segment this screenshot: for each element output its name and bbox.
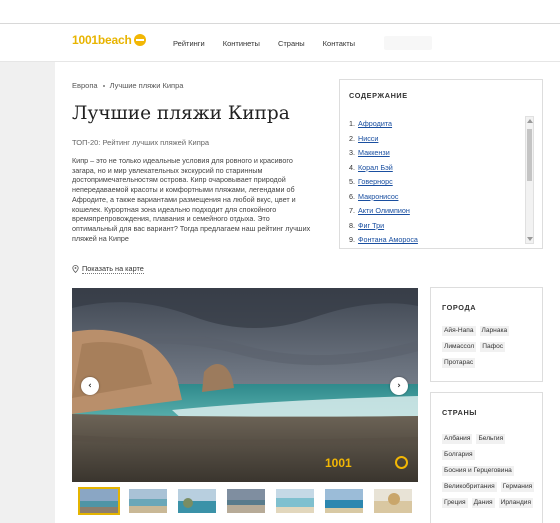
toc-scrollbar[interactable] xyxy=(525,116,534,244)
country-tag[interactable]: Германия xyxy=(500,482,535,492)
site-logo[interactable]: 1001beach xyxy=(72,33,146,47)
country-tag[interactable]: Греция xyxy=(442,498,468,508)
beach-photo-slider: ‹ › 1001 xyxy=(72,288,418,482)
toc-link[interactable]: Фонтана Амороса xyxy=(358,235,418,244)
slider-thumbnails xyxy=(72,487,418,519)
thumbnail-image[interactable] xyxy=(276,489,314,513)
logo-sun-icon xyxy=(133,34,146,46)
nav-item-countries[interactable]: Страны xyxy=(278,39,305,48)
city-tag[interactable]: Айя-Напа xyxy=(442,326,476,336)
page-subtitle: ТОП-20: Рейтинг лучших пляжей Кипра xyxy=(72,138,210,147)
thumbnail-image[interactable] xyxy=(227,489,265,513)
country-tag[interactable]: Бельгия xyxy=(476,434,506,444)
toc-link[interactable]: Макронисос xyxy=(358,192,398,201)
city-tag[interactable]: Ларнака xyxy=(479,326,510,336)
countries-title: СТРАНЫ xyxy=(442,408,478,417)
intro-text: Кипр – это не только идеальные условия д… xyxy=(72,156,311,243)
site-header: 1001beach Рейтинги Континеты Страны Конт… xyxy=(0,24,560,62)
thumbnail-image[interactable] xyxy=(178,489,216,513)
toc-link[interactable]: Фиг Три xyxy=(358,221,384,230)
city-tag[interactable]: Пафос xyxy=(480,342,506,352)
thumbnail-image[interactable] xyxy=(129,489,167,513)
toc-link[interactable]: Акти Олимпион xyxy=(358,206,410,215)
watermark-sun-icon xyxy=(395,456,408,469)
toc-item[interactable]: 8. Фиг Три xyxy=(349,219,418,234)
nav-item-contacts[interactable]: Контакты xyxy=(323,39,355,48)
toc-link[interactable]: Нисси xyxy=(358,134,378,143)
toc-item[interactable]: 1. Афродита xyxy=(349,117,418,132)
cities-box: ГОРОДА Айя-Напа Ларнака Лимассол Пафос П… xyxy=(430,287,543,382)
table-of-contents: СОДЕРЖАНИЕ 1. Афродита 2. Нисси 3. Маккензи… xyxy=(339,79,543,249)
country-tag[interactable]: Ирландия xyxy=(498,498,534,508)
nav-item-ratings[interactable]: Рейтинги xyxy=(173,39,205,48)
breadcrumb: Европа Лучшие пляжи Кипра xyxy=(72,81,183,90)
cities-title: ГОРОДА xyxy=(442,303,477,312)
scroll-up-icon[interactable] xyxy=(527,119,533,123)
thumbnail-image[interactable] xyxy=(374,489,412,513)
toc-item[interactable]: 6. Макронисос xyxy=(349,190,418,205)
toc-link[interactable]: Говернорс xyxy=(358,177,393,186)
country-tag[interactable]: Дания xyxy=(471,498,495,508)
logo-text: 1001beach xyxy=(72,33,132,47)
show-on-map-link[interactable]: Показать на карте xyxy=(72,264,144,274)
city-tag[interactable]: Протарас xyxy=(442,358,476,368)
thumbnail-image[interactable] xyxy=(325,489,363,513)
country-tag[interactable]: Болгария xyxy=(442,450,475,460)
breadcrumb-item-europe[interactable]: Европа xyxy=(72,81,98,90)
toc-item[interactable]: 4. Корал Бэй xyxy=(349,161,418,176)
browser-top-bar xyxy=(0,0,560,24)
toc-item[interactable]: 3. Маккензи xyxy=(349,146,418,161)
country-tag[interactable]: Босния и Герцеговина xyxy=(442,466,514,476)
toc-list: 1. Афродита 2. Нисси 3. Маккензи 4. Корал Бэ… xyxy=(349,117,418,248)
toc-link[interactable]: Корал Бэй xyxy=(358,163,393,172)
photo-watermark-logo: 1001 xyxy=(325,456,352,470)
toc-item[interactable]: 5. Говернорс xyxy=(349,175,418,190)
main-nav: Рейтинги Континеты Страны Контакты xyxy=(173,39,355,48)
toc-link[interactable]: Афродита xyxy=(358,119,392,128)
toc-item[interactable]: 7. Акти Олимпион xyxy=(349,204,418,219)
slider-prev-button[interactable]: ‹ xyxy=(81,377,99,395)
countries-box: СТРАНЫ Албания Бельгия Болгария Босния и… xyxy=(430,392,543,523)
search-field[interactable] xyxy=(384,36,432,50)
scroll-down-icon[interactable] xyxy=(527,237,533,241)
city-tag[interactable]: Лимассол xyxy=(442,342,477,352)
cities-tag-list: Айя-Напа Ларнака Лимассол Пафос Протарас xyxy=(442,326,538,368)
toc-title: СОДЕРЖАНИЕ xyxy=(349,91,408,100)
slider-next-button[interactable]: › xyxy=(390,377,408,395)
toc-item[interactable]: 9. Фонтана Амороса xyxy=(349,233,418,248)
page-title: Лучшие пляжи Кипра xyxy=(72,103,290,124)
beach-photo xyxy=(72,288,418,482)
thumbnail-image[interactable] xyxy=(78,487,120,515)
breadcrumb-item-current: Лучшие пляжи Кипра xyxy=(109,81,184,90)
nav-item-continents[interactable]: Континеты xyxy=(223,39,260,48)
show-on-map-label: Показать на карте xyxy=(82,264,144,274)
country-tag[interactable]: Албания xyxy=(442,434,473,444)
breadcrumb-separator xyxy=(102,84,105,87)
country-tag[interactable]: Великобритания xyxy=(442,482,497,492)
toc-link[interactable]: Маккензи xyxy=(358,148,390,157)
toc-item[interactable]: 2. Нисси xyxy=(349,132,418,147)
countries-tag-list: Албания Бельгия Болгария Босния и Герцег… xyxy=(442,434,538,508)
map-pin-icon xyxy=(72,265,79,273)
scrollbar-thumb[interactable] xyxy=(527,129,532,181)
